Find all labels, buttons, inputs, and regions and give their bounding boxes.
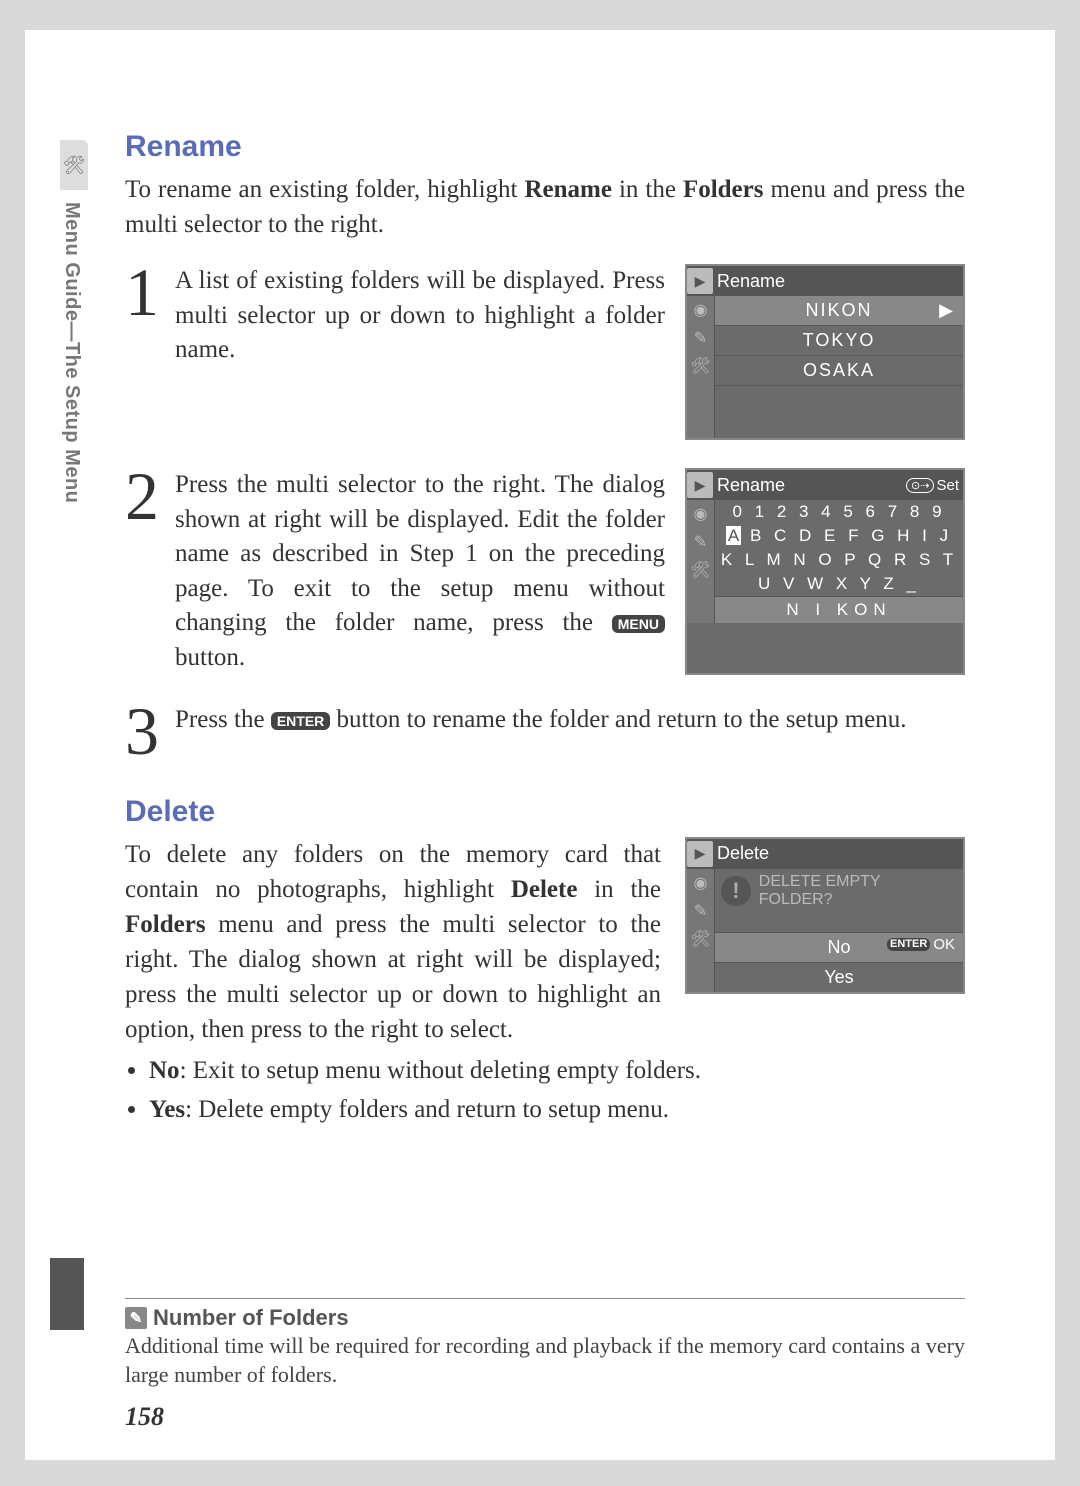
enter-button-icon: ENTER (887, 938, 930, 951)
wrench-icon: 🛠 (690, 929, 710, 949)
step-3-text: Press the ENTER button to rename the fol… (175, 703, 965, 761)
pencil-icon: ✎ (694, 328, 707, 348)
step-2-text: Press the multi selector to the right. T… (175, 468, 665, 675)
delete-prompt-row: ! DELETE EMPTY FOLDER? (715, 869, 963, 914)
arrow-right-icon: ▶ (939, 300, 955, 321)
camera-icon: ◉ (694, 300, 708, 320)
wrench-icon: 🛠 (690, 560, 710, 580)
option-no: No ENTER OK (715, 932, 963, 962)
bullet-yes: Yes: Delete empty folders and return to … (149, 1092, 965, 1127)
play-icon: ▶ (687, 472, 713, 498)
screen-title: Rename (717, 271, 785, 292)
step-3: 3 Press the ENTER button to rename the f… (125, 703, 965, 761)
play-icon: ▶ (687, 841, 713, 867)
wrench-icon: 🛠 (690, 356, 710, 376)
char-row: 0 1 2 3 4 5 6 7 8 9 (715, 500, 963, 524)
pencil-icon: ✎ (694, 901, 707, 921)
name-entry: N I KON (715, 596, 963, 623)
rename-intro: To rename an existing folder, highlight … (125, 172, 965, 242)
folder-item: OSAKA (715, 356, 963, 386)
delete-heading: Delete (125, 795, 965, 829)
delete-prompt: DELETE EMPTY FOLDER? (759, 873, 957, 910)
step-number: 3 (125, 703, 169, 761)
folder-item: NIKON ▶ (715, 296, 963, 326)
section-tab-label: Menu Guide—The Setup Menu (60, 190, 83, 503)
page-number: 158 (125, 1402, 164, 1432)
wrench-icon: 🛠 (60, 140, 88, 190)
step-2: 2 Press the multi selector to the right.… (125, 468, 965, 675)
char-row: A B C D E F G H I J (715, 524, 963, 548)
camera-icon: ◉ (694, 504, 708, 524)
step-number: 1 (125, 264, 169, 440)
rename-heading: Rename (125, 130, 965, 164)
step-1-text: A list of existing folders will be displ… (175, 264, 665, 440)
delete-block: To delete any folders on the memory card… (125, 837, 965, 1047)
folder-item: TOKYO (715, 326, 963, 356)
play-icon: ▶ (687, 268, 713, 294)
enter-button-icon: ENTER (271, 712, 330, 730)
note-body: Additional time will be required for rec… (125, 1331, 965, 1390)
ok-indicator: ENTER OK (887, 936, 955, 953)
screen-title: Delete (717, 843, 769, 864)
pencil-icon: ✎ (125, 1307, 147, 1329)
camera-icon: ◉ (694, 873, 708, 893)
option-yes: Yes (715, 962, 963, 992)
rename-list-screen: ▶ Rename ◉ ✎ 🛠 NIKON ▶ TOKYO (685, 264, 965, 440)
pencil-icon: ✎ (694, 532, 707, 552)
char-row: K L M N O P Q R S T (715, 548, 963, 572)
menu-button-icon: MENU (612, 615, 665, 633)
delete-bullets: No: Exit to setup menu without deleting … (125, 1053, 965, 1127)
screen-title: Rename (717, 475, 785, 496)
delete-paragraph: To delete any folders on the memory card… (125, 837, 661, 1047)
screen-side-icons: ◉ ✎ 🛠 (687, 500, 715, 623)
dial-icon: ⊙⇢ (906, 478, 934, 493)
step-number: 2 (125, 468, 169, 675)
cursor-char: A (726, 526, 741, 545)
rename-edit-screen: ▶ Rename ⊙⇢ Set ◉ ✎ 🛠 0 1 2 3 4 5 6 7 8 … (685, 468, 965, 675)
screen-side-icons: ◉ ✎ 🛠 (687, 296, 715, 438)
section-tab: 🛠 Menu Guide—The Setup Menu (60, 140, 88, 570)
screen-side-icons: ◉ ✎ 🛠 (687, 869, 715, 992)
delete-confirm-screen: ▶ Delete ◉ ✎ 🛠 ! DELETE EMPTY FOLDER? (685, 837, 965, 994)
set-indicator: ⊙⇢ Set (906, 477, 959, 494)
note-block: ✎ Number of Folders Additional time will… (125, 1298, 965, 1390)
char-row: U V W X Y Z _ (715, 572, 963, 596)
step-1: 1 A list of existing folders will be dis… (125, 264, 965, 440)
bullet-no: No: Exit to setup menu without deleting … (149, 1053, 965, 1088)
manual-page: 🛠 Menu Guide—The Setup Menu Rename To re… (25, 30, 1055, 1460)
exclamation-icon: ! (721, 876, 751, 906)
note-heading: ✎ Number of Folders (125, 1305, 965, 1331)
